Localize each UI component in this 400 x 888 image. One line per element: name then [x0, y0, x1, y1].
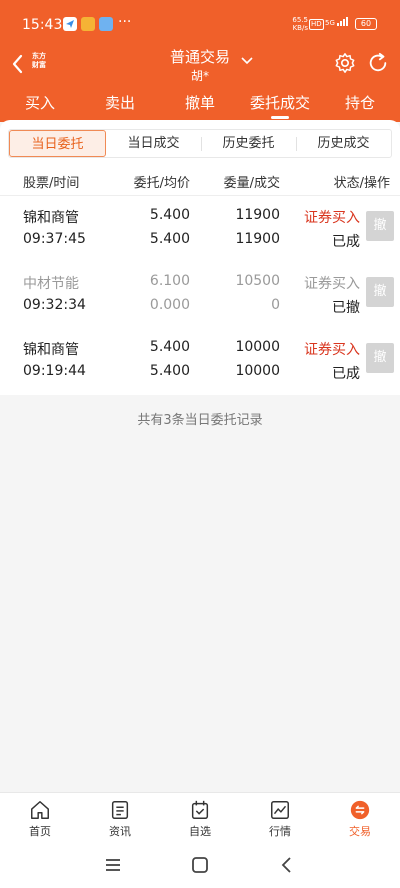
more-notifications-icon: ···	[118, 14, 132, 30]
order-qty: 10000	[235, 339, 280, 355]
orders-panel: 当日委托 当日成交 历史委托 历史成交 股票/时间 委托/均价 委量/成交 状态…	[0, 120, 400, 395]
tab-sell[interactable]: 卖出	[80, 88, 160, 120]
sub-tabs: 当日委托 当日成交 历史委托 历史成交	[8, 129, 392, 158]
order-type: 证券买入	[304, 342, 360, 358]
nav-watchlist-label: 自选	[189, 825, 211, 838]
table-row[interactable]: 锦和商管 09:37:45 5.400 5.400 11900 11900 证券…	[0, 198, 400, 264]
nav-home[interactable]: 首页	[0, 793, 80, 842]
main-tabs: 买入 卖出 撤单 委托成交 持仓	[0, 88, 400, 120]
chevron-down-icon[interactable]	[240, 54, 254, 68]
subtab-today-trades[interactable]: 当日成交	[106, 130, 201, 157]
table-row[interactable]: 锦和商管 09:19:44 5.400 5.400 10000 10000 证券…	[0, 330, 400, 396]
nav-watchlist[interactable]: 自选	[160, 793, 240, 842]
order-price: 5.400	[149, 207, 190, 223]
nav-market[interactable]: 行情	[240, 793, 320, 842]
system-nav-bar	[0, 842, 400, 888]
stock-name: 锦和商管	[23, 342, 79, 358]
col-price: 委托/均价	[133, 176, 190, 191]
nav-trade[interactable]: 交易	[320, 793, 400, 842]
filled-qty: 10000	[235, 363, 280, 379]
signal-icon: 5G	[325, 16, 351, 27]
notification-icon	[63, 17, 77, 31]
nav-market-label: 行情	[269, 825, 291, 838]
weather-icon	[99, 17, 113, 31]
network-speed: 65.5 KB/s	[288, 16, 308, 32]
table-row[interactable]: 中材节能 09:32:34 6.100 0.000 10500 0 证券买入 已…	[0, 264, 400, 330]
status-bar: 15:43 ··· 65.5 KB/s HD 5G 60	[0, 0, 400, 46]
filled-qty: 11900	[235, 231, 280, 247]
order-qty: 10500	[235, 273, 280, 289]
stock-name: 中材节能	[23, 276, 79, 292]
clock: 15:43	[22, 17, 63, 33]
home-icon	[31, 801, 49, 819]
nav-news-label: 资讯	[109, 825, 131, 838]
refresh-icon[interactable]	[367, 52, 389, 74]
avg-price: 0.000	[149, 297, 190, 313]
order-price: 6.100	[149, 273, 190, 289]
speed-unit: KB/s	[292, 24, 308, 32]
order-time: 09:19:44	[23, 363, 86, 379]
order-qty: 11900	[235, 207, 280, 223]
tab-cancel-order[interactable]: 撤单	[160, 88, 240, 120]
cancel-button[interactable]: 撤	[366, 211, 394, 241]
watchlist-icon	[191, 800, 209, 819]
bottom-nav: 首页 资讯 自选 行情 交易	[0, 792, 400, 842]
market-icon	[271, 801, 289, 819]
order-state: 已成	[332, 366, 360, 382]
tab-buy[interactable]: 买入	[0, 88, 80, 120]
subtab-history-trades[interactable]: 历史成交	[296, 130, 391, 157]
order-type: 证券买入	[304, 276, 360, 292]
gear-icon[interactable]	[334, 52, 356, 74]
table-header: 股票/时间 委托/均价 委量/成交 状态/操作	[0, 164, 400, 196]
nav-news[interactable]: 资讯	[80, 793, 160, 842]
cancel-button[interactable]: 撤	[366, 343, 394, 373]
app-header: 东方 财富 普通交易 胡*	[0, 46, 400, 86]
tab-orders-trades[interactable]: 委托成交	[240, 88, 320, 120]
tab-positions[interactable]: 持仓	[320, 88, 400, 120]
record-count: 共有3条当日委托记录	[137, 413, 263, 428]
home-button-icon[interactable]	[190, 855, 210, 875]
subtab-today-orders[interactable]: 当日委托	[9, 130, 106, 157]
order-state: 已成	[332, 234, 360, 250]
trade-icon	[350, 800, 370, 820]
news-icon	[111, 801, 129, 819]
nav-home-label: 首页	[29, 825, 51, 838]
cancel-button[interactable]: 撤	[366, 277, 394, 307]
order-time: 09:32:34	[23, 297, 86, 313]
battery-icon: 60	[355, 18, 377, 30]
speed-value: 65.5	[292, 16, 308, 24]
network-type: 5G	[325, 19, 335, 27]
app-notification-icon	[81, 17, 95, 31]
hd-badge: HD	[309, 19, 324, 30]
nav-trade-label: 交易	[349, 825, 371, 838]
order-state: 已撤	[332, 300, 360, 316]
filled-qty: 0	[271, 297, 280, 313]
order-time: 09:37:45	[23, 231, 86, 247]
col-qty: 委量/成交	[223, 176, 280, 191]
avg-price: 5.400	[149, 363, 190, 379]
back-button-icon[interactable]	[277, 855, 297, 875]
stock-name: 锦和商管	[23, 210, 79, 226]
avg-price: 5.400	[149, 231, 190, 247]
order-type: 证券买入	[304, 210, 360, 226]
subtab-history-orders[interactable]: 历史委托	[201, 130, 296, 157]
col-name-time: 股票/时间	[23, 176, 80, 191]
order-price: 5.400	[149, 339, 190, 355]
menu-icon[interactable]	[103, 855, 123, 875]
col-status: 状态/操作	[333, 176, 390, 191]
